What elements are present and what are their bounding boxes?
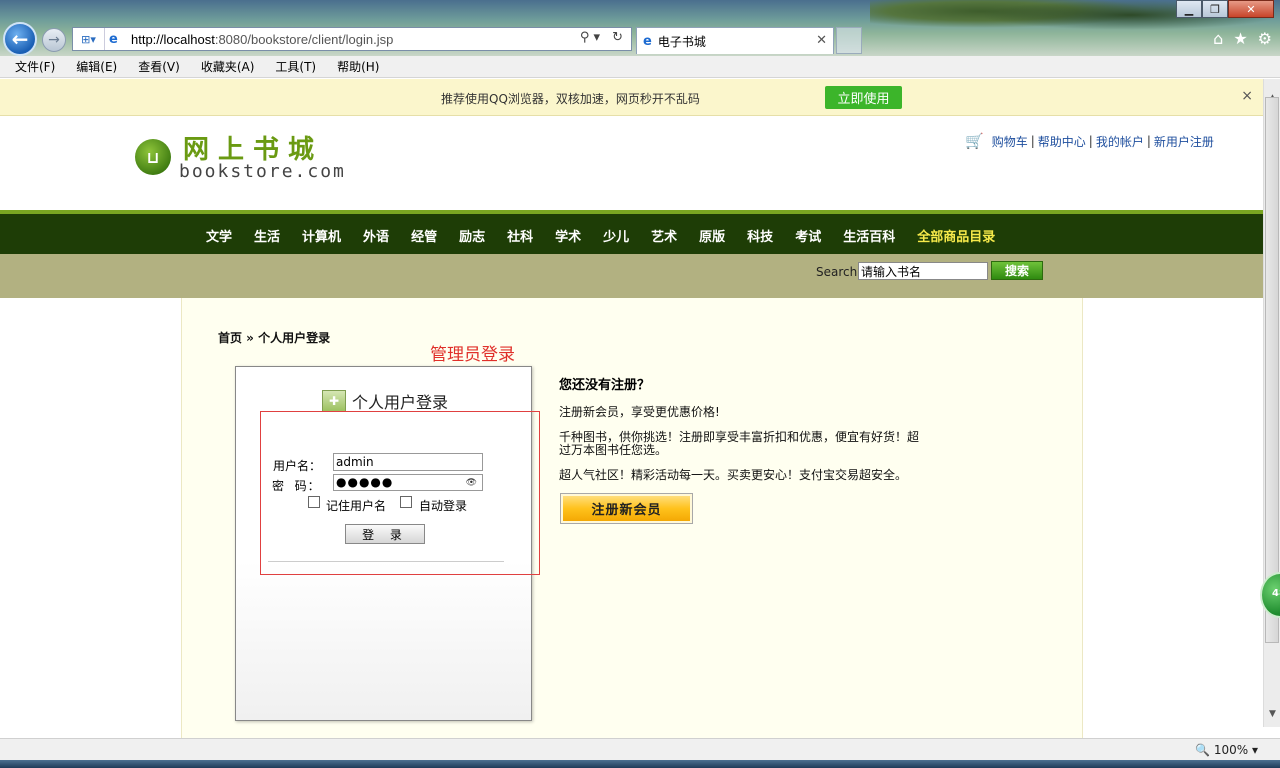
category-list: 文学 生活 计算机 外语 经管 励志 社科 学术 少儿 艺术 原版 科技 考试 …	[206, 226, 1017, 245]
register-member-button[interactable]: 注册新会员	[560, 493, 693, 524]
url-host: http://localhost	[131, 31, 215, 47]
close-window-button[interactable]: ✕	[1228, 0, 1274, 18]
category-item[interactable]: 社科	[507, 226, 533, 245]
search-refresh-controls[interactable]: ⚲▾ ↻	[580, 30, 627, 45]
use-now-button[interactable]: 立即使用	[825, 86, 902, 109]
register-line-3: 超人气社区！精彩活动每一天。买卖更安心！支付宝交易超安全。	[559, 468, 908, 482]
auto-login-label: 自动登录	[419, 499, 468, 513]
menu-tools[interactable]: 工具(T)	[272, 58, 319, 75]
register-title: 您还没有注册？	[559, 378, 651, 393]
category-item[interactable]: 少儿	[603, 226, 629, 245]
register-line-1: 注册新会员，享受更优惠价格!	[559, 405, 720, 419]
category-item[interactable]: 文学	[206, 226, 232, 245]
notification-close-icon[interactable]: ×	[1241, 88, 1253, 104]
vertical-scrollbar[interactable]: ▲ ▼	[1263, 79, 1280, 727]
search-label: Search	[816, 265, 858, 279]
link-separator: |	[1088, 134, 1093, 148]
favorites-star-icon[interactable]: ★	[1233, 29, 1247, 48]
link-my-account[interactable]: 我的帐户	[1096, 133, 1144, 150]
tab-close-icon[interactable]: ✕	[816, 33, 827, 48]
shopping-cart-icon[interactable]: 🛒	[965, 132, 984, 150]
remember-username-label: 记住用户名	[326, 499, 387, 513]
category-nav: 文学 生活 计算机 外语 经管 励志 社科 学术 少儿 艺术 原版 科技 考试 …	[0, 214, 1263, 254]
category-item[interactable]: 励志	[459, 226, 485, 245]
browser-notification-bar: 推荐使用QQ浏览器，双核加速，网页秒开不乱码 立即使用 ×	[0, 79, 1263, 116]
maximize-button[interactable]: ❐	[1202, 0, 1228, 18]
username-input[interactable]: admin	[333, 453, 483, 471]
search-bar: Search 搜索	[0, 254, 1263, 298]
category-item[interactable]: 生活	[254, 226, 280, 245]
login-panel-title: 个人用户登录	[352, 393, 449, 412]
category-all-products[interactable]: 全部商品目录	[917, 226, 995, 245]
category-item[interactable]: 计算机	[302, 226, 341, 245]
category-item[interactable]: 外语	[363, 226, 389, 245]
login-button[interactable]: 登 录	[345, 524, 425, 544]
menu-edit[interactable]: 编辑(E)	[73, 58, 120, 75]
url-path: :8080/bookstore/client/login.jsp	[214, 31, 394, 47]
browser-tool-icons: ⌂ ★ ⚙	[1213, 29, 1272, 48]
zoom-value: 100%	[1213, 743, 1249, 757]
username-label: 用户名：	[273, 459, 322, 473]
category-item[interactable]: 艺术	[651, 226, 677, 245]
tab-title: 电子书城	[657, 34, 706, 49]
password-label: 密 码：	[272, 479, 321, 493]
register-line-2: 千种图书，供你挑选！注册即享受丰富折扣和优惠，便宜有好货！超过万本图书任您选。	[559, 430, 920, 457]
category-item[interactable]: 科技	[747, 226, 773, 245]
logo-english-name: bookstore.com	[179, 161, 346, 182]
login-panel-header: ✚ 个人用户登录	[322, 389, 448, 413]
search-button[interactable]: 搜索	[991, 261, 1043, 280]
link-cart[interactable]: 购物车	[992, 133, 1028, 150]
remember-username-checkbox[interactable]	[308, 496, 320, 508]
link-separator: |	[1146, 134, 1151, 148]
search-input[interactable]	[858, 262, 988, 280]
minimize-button[interactable]: ▁	[1176, 0, 1202, 18]
scroll-down-arrow[interactable]: ▼	[1264, 709, 1280, 725]
home-icon[interactable]: ⌂	[1213, 29, 1223, 48]
menu-help[interactable]: 帮助(H)	[334, 58, 382, 75]
category-item[interactable]: 学术	[555, 226, 581, 245]
register-promo: 您还没有注册？ 注册新会员，享受更优惠价格! 千种图书，供你挑选！注册即享受丰富…	[559, 374, 939, 494]
browser-tab[interactable]: e 电子书城 ✕	[636, 27, 834, 54]
admin-login-annotation: 管理员登录	[430, 345, 515, 365]
back-button[interactable]: ←	[3, 22, 37, 56]
notification-message: 推荐使用QQ浏览器，双核加速，网页秒开不乱码	[441, 92, 700, 106]
link-register[interactable]: 新用户注册	[1154, 133, 1214, 150]
menu-view[interactable]: 查看(V)	[135, 58, 183, 75]
auto-login-checkbox[interactable]	[400, 496, 412, 508]
window-controls: ▁ ❐ ✕	[1176, 0, 1274, 18]
reveal-password-icon[interactable]: 👁	[466, 476, 478, 490]
scroll-thumb[interactable]	[1265, 97, 1279, 643]
menu-favorites[interactable]: 收藏夹(A)	[198, 58, 258, 75]
browser-navbar: ← → ⊞▾ e http://localhost:8080/bookstore…	[0, 22, 1280, 56]
category-item[interactable]: 生活百科	[843, 226, 895, 245]
category-item[interactable]: 原版	[699, 226, 725, 245]
settings-gear-icon[interactable]: ⚙	[1258, 29, 1272, 48]
password-mask: ●●●●●	[336, 475, 394, 489]
password-input[interactable]: ●●●●● 👁	[333, 474, 483, 491]
url-text: http://localhost:8080/bookstore/client/l…	[131, 32, 393, 47]
top-links: 🛒 购物车 | 帮助中心 | 我的帐户 | 新用户注册	[965, 132, 1214, 150]
compat-view-icon[interactable]: ⊞▾	[73, 28, 105, 50]
zoom-level[interactable]: 🔍 100% ▾	[1195, 743, 1258, 757]
os-taskbar	[0, 760, 1280, 768]
link-separator: |	[1030, 134, 1035, 148]
new-tab-button[interactable]	[836, 27, 862, 54]
address-bar[interactable]: ⊞▾ e http://localhost:8080/bookstore/cli…	[72, 27, 632, 51]
category-item[interactable]: 经管	[411, 226, 437, 245]
link-help-center[interactable]: 帮助中心	[1038, 133, 1086, 150]
logo-cart-icon: ⊔	[135, 139, 171, 175]
breadcrumb: 首页 » 个人用户登录	[218, 331, 331, 345]
status-bar: 🔍 100% ▾	[0, 738, 1280, 760]
tab-ie-icon: e	[643, 33, 652, 49]
user-login-icon: ✚	[322, 390, 346, 412]
ie-page-icon: e	[109, 31, 118, 47]
category-item[interactable]: 考试	[795, 226, 821, 245]
forward-button[interactable]: →	[42, 28, 66, 52]
menu-bar: 文件(F) 编辑(E) 查看(V) 收藏夹(A) 工具(T) 帮助(H)	[0, 56, 1280, 78]
menu-file[interactable]: 文件(F)	[12, 58, 58, 75]
